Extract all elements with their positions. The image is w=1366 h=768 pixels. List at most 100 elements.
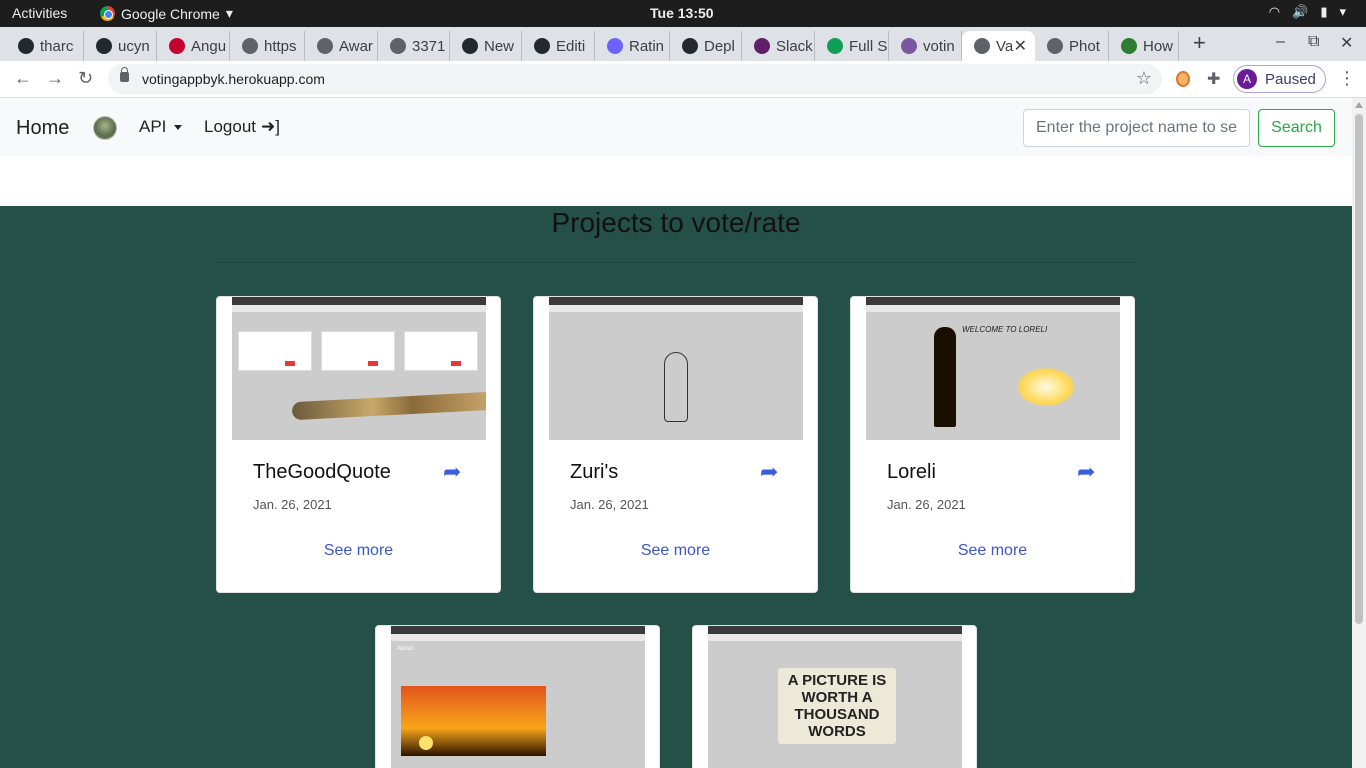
browser-tab[interactable]: Angu	[157, 31, 230, 61]
browser-tab[interactable]: 3371	[378, 31, 450, 61]
tab-label: Editi	[556, 37, 586, 55]
tab-label: Slack	[776, 37, 813, 55]
nav-logout-link[interactable]: Logout ➜]	[204, 117, 280, 137]
see-more-link[interactable]: See more	[217, 542, 500, 560]
tab-label: ucyn	[118, 37, 150, 55]
chrome-icon	[100, 6, 115, 21]
project-screenshot[interactable]: WELCOME TO LORELI	[866, 297, 1120, 440]
project-screenshot[interactable]	[232, 297, 486, 440]
bookmark-star-icon[interactable]: ☆	[1136, 68, 1152, 89]
app-menu[interactable]: Google Chrome ▾	[100, 5, 233, 22]
project-search-input[interactable]	[1023, 109, 1250, 147]
profile-status: Paused	[1265, 70, 1316, 88]
profile-button[interactable]: A Paused	[1233, 65, 1326, 93]
address-bar[interactable]: votingappbyk.herokuapp.com ☆	[108, 64, 1162, 94]
thumb-picture-sign: A PICTURE IS WORTH A THOUSAND WORDS	[778, 668, 896, 744]
project-date: Jan. 26, 2021	[253, 497, 332, 512]
globe-icon	[974, 38, 990, 54]
globe-icon	[1047, 38, 1063, 54]
user-avatar[interactable]	[93, 116, 117, 140]
browser-tab[interactable]: Slack	[742, 31, 815, 61]
project-card: TheGoodQuote ➦ Jan. 26, 2021 See more	[216, 296, 501, 593]
forward-icon[interactable]: →	[46, 68, 64, 89]
browser-tab[interactable]: Phot	[1035, 31, 1109, 61]
project-date: Jan. 26, 2021	[570, 497, 649, 512]
close-window-button[interactable]: ✕	[1340, 33, 1353, 53]
section-divider	[216, 262, 1135, 263]
page-scrollbar[interactable]	[1352, 98, 1366, 768]
browser-tab[interactable]: Full S	[815, 31, 889, 61]
site-navbar: Home API Logout ➜] Search	[0, 98, 1352, 156]
wifi-icon: ◠	[1268, 4, 1281, 19]
github-icon	[96, 38, 112, 54]
project-title: Zuri's	[570, 461, 619, 483]
thumb-address-bar	[549, 305, 803, 312]
lock-icon	[120, 67, 129, 82]
leaf-icon	[1121, 38, 1137, 54]
share-icon[interactable]: ➦	[443, 459, 461, 485]
share-icon[interactable]: ➦	[1077, 459, 1095, 485]
system-tray[interactable]: ◠ 🔊 ▮ ▾	[1269, 4, 1346, 20]
thumb-rose-drawing	[664, 352, 688, 422]
browser-tab[interactable]: tharc	[6, 31, 84, 61]
thumb-browser-bar	[866, 297, 1120, 305]
nav-logout-label: Logout	[204, 117, 256, 136]
browser-tab[interactable]: votin	[889, 31, 962, 61]
project-screenshot[interactable]	[549, 297, 803, 440]
scrollbar-thumb[interactable]	[1355, 114, 1363, 624]
browser-tab[interactable]: Va ✕	[962, 31, 1035, 61]
maximize-button[interactable]: ⧉	[1308, 33, 1319, 51]
github-icon	[462, 38, 478, 54]
browser-toolbar: ← → ↻ votingappbyk.herokuapp.com ☆	[0, 61, 1366, 98]
thumb-browser-bar	[708, 626, 962, 634]
project-screenshot[interactable]: A PICTURE IS WORTH A THOUSAND WORDS	[708, 626, 962, 768]
thumb-about-text: About	[397, 646, 413, 652]
browser-tab[interactable]: How	[1109, 31, 1179, 61]
extension-icon[interactable]	[1176, 71, 1190, 87]
browser-tab[interactable]: Editi	[522, 31, 595, 61]
browser-tab[interactable]: Awar	[305, 31, 378, 61]
browser-tab[interactable]: ucyn	[84, 31, 157, 61]
sign-out-icon: ➜]	[261, 117, 280, 136]
close-tab-icon[interactable]: ✕	[1014, 36, 1027, 56]
angular-icon	[169, 38, 185, 54]
browser-tab[interactable]: Ratin	[595, 31, 670, 61]
thumb-button	[285, 361, 295, 366]
thumb-pen	[291, 391, 486, 421]
caret-down-icon	[174, 124, 183, 130]
tab-label: Ratin	[629, 37, 665, 55]
chevron-down-icon: ▾	[225, 5, 233, 21]
reload-icon[interactable]: ↻	[78, 68, 93, 89]
share-icon[interactable]: ➦	[760, 459, 778, 485]
more-menu-icon[interactable]: ⋮	[1338, 68, 1356, 89]
puzzle-icon[interactable]: ✚	[1207, 69, 1220, 89]
nav-api-dropdown[interactable]: API	[139, 117, 183, 137]
tab-label: 3371	[412, 37, 446, 55]
thumb-browser-bar	[232, 297, 486, 305]
thumb-button	[368, 361, 378, 366]
globe-icon	[242, 38, 258, 54]
see-more-link[interactable]: See more	[534, 542, 817, 560]
scroll-up-icon[interactable]	[1355, 102, 1363, 108]
minimize-button[interactable]: –	[1276, 33, 1285, 51]
browser-tab[interactable]: Depl	[670, 31, 742, 61]
tab-label: Angu	[191, 37, 227, 55]
browser-tab[interactable]: New	[450, 31, 522, 61]
project-screenshot[interactable]: About	[391, 626, 645, 768]
see-more-link[interactable]: See more	[851, 542, 1134, 560]
tab-label: Va	[996, 37, 1014, 55]
thumb-silhouette	[934, 327, 956, 427]
back-icon[interactable]: ←	[14, 68, 32, 89]
system-clock[interactable]: Tue 13:50	[650, 5, 714, 21]
volume-icon: 🔊	[1292, 4, 1309, 19]
activities-button[interactable]: Activities	[12, 5, 67, 21]
browser-tab[interactable]: https	[230, 31, 305, 61]
search-button[interactable]: Search	[1258, 109, 1335, 147]
project-card: A PICTURE IS WORTH A THOUSAND WORDS	[692, 625, 977, 768]
battery-icon: ▮	[1320, 4, 1328, 19]
tab-label: Full S	[849, 37, 888, 55]
section-title: Projects to vote/rate	[551, 207, 801, 238]
profile-avatar: A	[1237, 69, 1257, 89]
nav-home-link[interactable]: Home	[16, 117, 69, 140]
new-tab-button[interactable]: +	[1193, 30, 1206, 56]
